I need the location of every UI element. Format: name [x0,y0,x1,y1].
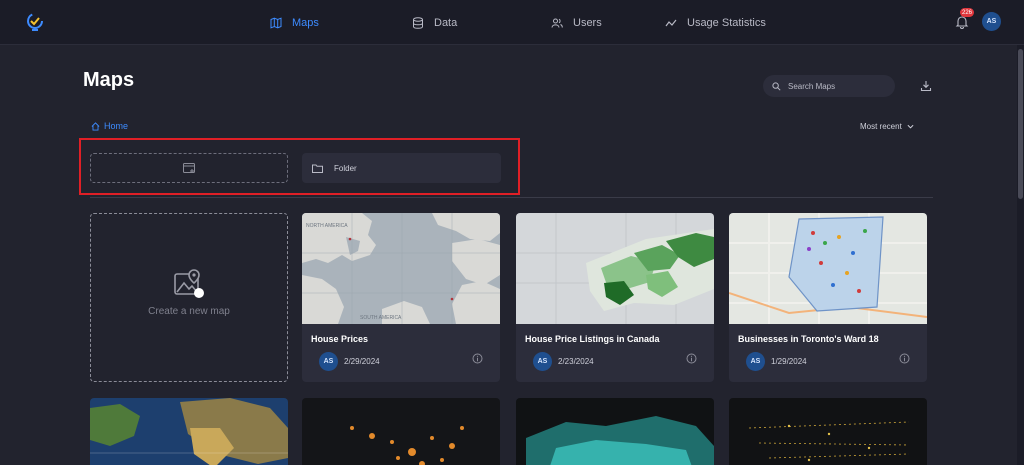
map-thumbnail [90,398,288,465]
nav-users-label: Users [573,17,602,29]
map-card-dark-orange[interactable] [302,398,500,465]
map-date: 2/23/2024 [558,357,594,366]
download-icon[interactable] [920,80,932,92]
map-thumbnail [729,398,927,465]
sort-label: Most recent [860,122,902,131]
owner-avatar: AS [746,352,765,371]
user-avatar[interactable]: AS [982,12,1001,31]
map-thumbnail: NORTH AMERICA SOUTH AMERICA [302,213,500,324]
owner-avatar: AS [533,352,552,371]
app-logo-icon[interactable] [24,11,46,33]
section-divider [90,197,933,198]
trend-icon [665,19,677,27]
folder-icon [312,164,323,173]
nav-maps-label: Maps [292,17,319,29]
map-card-dark-cyan[interactable] [516,398,714,465]
new-folder-button[interactable] [90,153,288,183]
label-south-america: SOUTH AMERICA [360,315,402,321]
bell-icon[interactable] [955,15,969,29]
nav-maps[interactable]: Maps [270,14,319,32]
map-title: House Prices [311,334,369,344]
map-title: House Price Listings in Canada [525,334,660,344]
map-card-dark-yellow[interactable] [729,398,927,465]
info-icon[interactable] [899,353,910,364]
chevron-down-icon [907,124,914,129]
scrollbar-thumb[interactable] [1018,49,1023,199]
top-navbar: Maps Data Users Usage Statistics 226 AS [0,0,1024,45]
owner-avatar: AS [319,352,338,371]
map-date: 2/29/2024 [344,357,380,366]
folder-name: Folder [334,163,357,173]
folder-item[interactable]: Folder [302,153,501,183]
map-thumbnail [729,213,927,324]
new-folder-icon [182,162,195,173]
map-thumbnail [516,398,714,465]
search-maps-input[interactable]: Search Maps [763,75,895,97]
map-card-businesses-ward-18[interactable]: Businesses in Toronto's Ward 18 AS 1/29/… [729,213,927,382]
nav-usage-statistics[interactable]: Usage Statistics [665,14,766,32]
nav-data-label: Data [434,17,458,29]
users-icon [551,18,563,28]
create-new-map-label: Create a new map [148,306,230,317]
map-title: Businesses in Toronto's Ward 18 [738,334,879,344]
nav-users[interactable]: Users [551,14,602,32]
add-image-icon [174,269,204,298]
map-card-house-prices[interactable]: NORTH AMERICA SOUTH AMERICA House Prices… [302,213,500,382]
map-card-house-price-listings[interactable]: House Price Listings in Canada AS 2/23/2… [516,213,714,382]
search-placeholder: Search Maps [788,81,836,91]
breadcrumb-home[interactable]: Home [104,121,128,131]
label-north-america: NORTH AMERICA [306,223,348,229]
notification-badge: 226 [960,8,975,17]
home-icon [91,121,100,131]
create-new-map-card[interactable]: Create a new map [90,213,288,382]
map-date: 1/29/2024 [771,357,807,366]
nav-usage-statistics-label: Usage Statistics [687,17,766,29]
database-icon [413,17,423,29]
sort-dropdown[interactable]: Most recent [860,122,914,131]
nav-data[interactable]: Data [412,14,457,32]
map-thumbnail [516,213,714,324]
map-card-satellite[interactable] [90,398,288,465]
map-thumbnail [302,398,500,465]
info-icon[interactable] [686,353,697,364]
breadcrumb[interactable]: Home [91,121,128,131]
page-title: Maps [83,69,135,91]
map-icon [270,17,282,29]
info-icon[interactable] [472,353,483,364]
search-icon [772,81,781,91]
